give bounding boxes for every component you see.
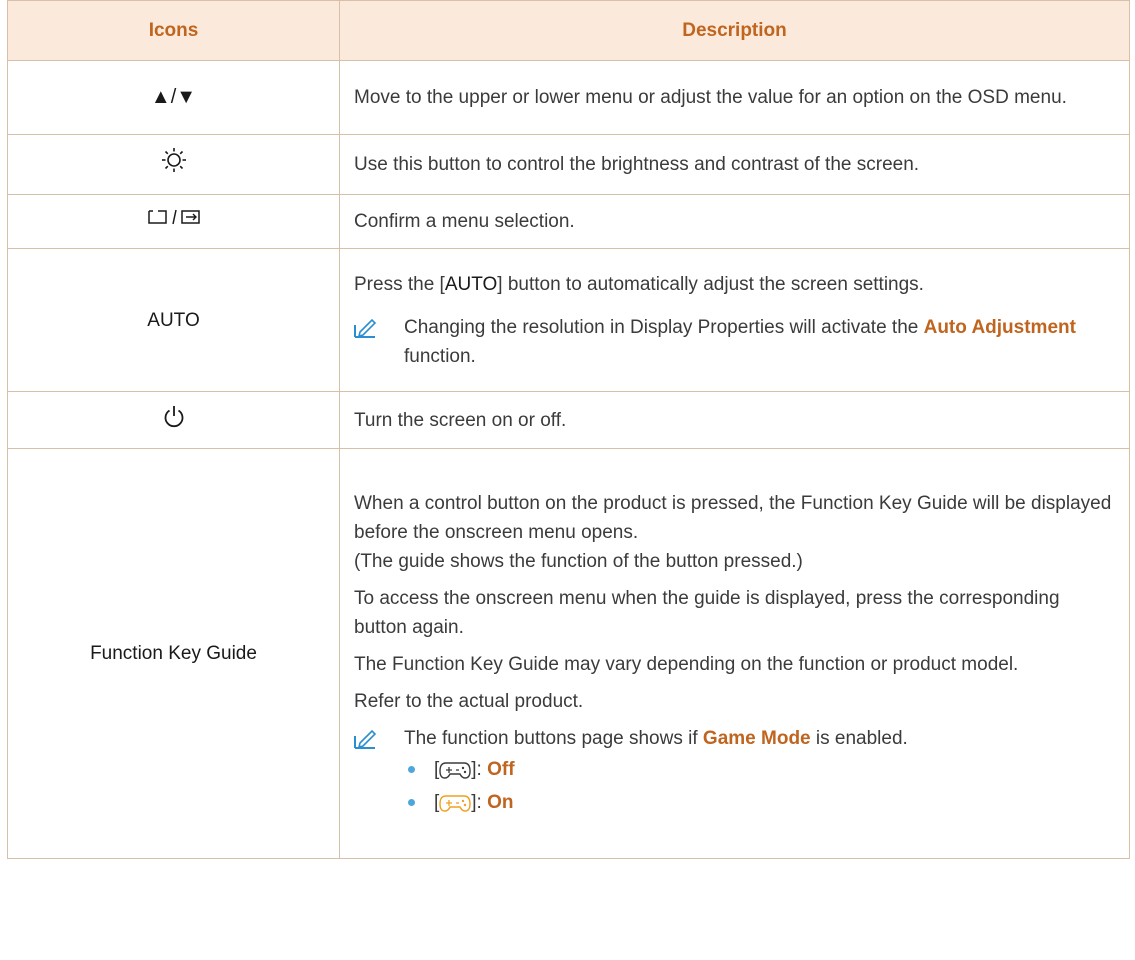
note-icon bbox=[354, 729, 376, 749]
header-description: Description bbox=[339, 0, 1130, 61]
updown-description: Move to the upper or lower menu or adjus… bbox=[339, 60, 1130, 135]
auto-note-highlight: Auto Adjustment bbox=[923, 316, 1076, 338]
auto-note: Changing the resolution in Display Prope… bbox=[354, 313, 1117, 371]
list-item: [ ]: On bbox=[408, 786, 1117, 819]
header-icons: Icons bbox=[7, 0, 340, 61]
table-row: Use this button to control the brightnes… bbox=[7, 134, 1130, 195]
table-row: ▲/▼ Move to the upper or lower menu or a… bbox=[7, 60, 1130, 135]
guide-description: When a control button on the product is … bbox=[339, 448, 1130, 859]
list-item: [ ]: Off bbox=[408, 753, 1117, 786]
gamepad-off-icon bbox=[439, 761, 471, 779]
gamepad-on-icon bbox=[439, 794, 471, 812]
auto-text-key: AUTO bbox=[444, 273, 498, 295]
game-mode-off-state: Off bbox=[487, 758, 515, 780]
auto-text-post: ] button to automatically adjust the scr… bbox=[497, 273, 924, 295]
guide-para1b: (The guide shows the function of the but… bbox=[354, 550, 803, 572]
auto-note-post: function. bbox=[404, 345, 476, 367]
brightness-description: Use this button to control the brightnes… bbox=[339, 134, 1130, 195]
menu-enter-icon bbox=[147, 209, 200, 225]
function-key-guide-label: Function Key Guide bbox=[7, 448, 340, 859]
table-row: Confirm a menu selection. bbox=[7, 194, 1130, 249]
guide-para1: When a control button on the product is … bbox=[354, 492, 1112, 543]
power-icon bbox=[164, 405, 183, 427]
guide-note-post: is enabled. bbox=[810, 727, 908, 749]
updown-icon: ▲/▼ bbox=[7, 60, 340, 135]
guide-para2: To access the onscreen menu when the gui… bbox=[354, 587, 1060, 638]
guide-para4: Refer to the actual product. bbox=[354, 690, 584, 712]
auto-text-pre: Press the [ bbox=[354, 273, 445, 295]
game-mode-on-state: On bbox=[487, 791, 514, 813]
menu-enter-description: Confirm a menu selection. bbox=[339, 194, 1130, 249]
note-icon bbox=[354, 315, 376, 338]
auto-note-pre: Changing the resolution in Display Prope… bbox=[404, 316, 924, 338]
auto-description: Press the [AUTO] button to automatically… bbox=[339, 248, 1130, 392]
table-row: Function Key Guide When a control button… bbox=[7, 448, 1130, 859]
auto-icon-label: AUTO bbox=[7, 248, 340, 392]
guide-note-highlight: Game Mode bbox=[702, 727, 811, 749]
table-row: Turn the screen on or off. bbox=[7, 391, 1130, 449]
guide-note-pre: The function buttons page shows if bbox=[404, 727, 703, 749]
table-header-row: Icons Description bbox=[7, 0, 1130, 61]
brightness-icon bbox=[161, 148, 186, 172]
function-table: Icons Description ▲/▼ Move to the upper … bbox=[7, 0, 1130, 859]
guide-para3: The Function Key Guide may vary dependin… bbox=[354, 653, 1019, 675]
power-description: Turn the screen on or off. bbox=[339, 391, 1130, 449]
guide-note: The function buttons page shows if Game … bbox=[354, 724, 1117, 753]
table-row: AUTO Press the [AUTO] button to automati… bbox=[7, 248, 1130, 392]
game-mode-list: [ ]: Off []: On bbox=[354, 753, 1117, 819]
bullet-dot bbox=[408, 765, 415, 773]
bullet-dot bbox=[408, 798, 415, 806]
